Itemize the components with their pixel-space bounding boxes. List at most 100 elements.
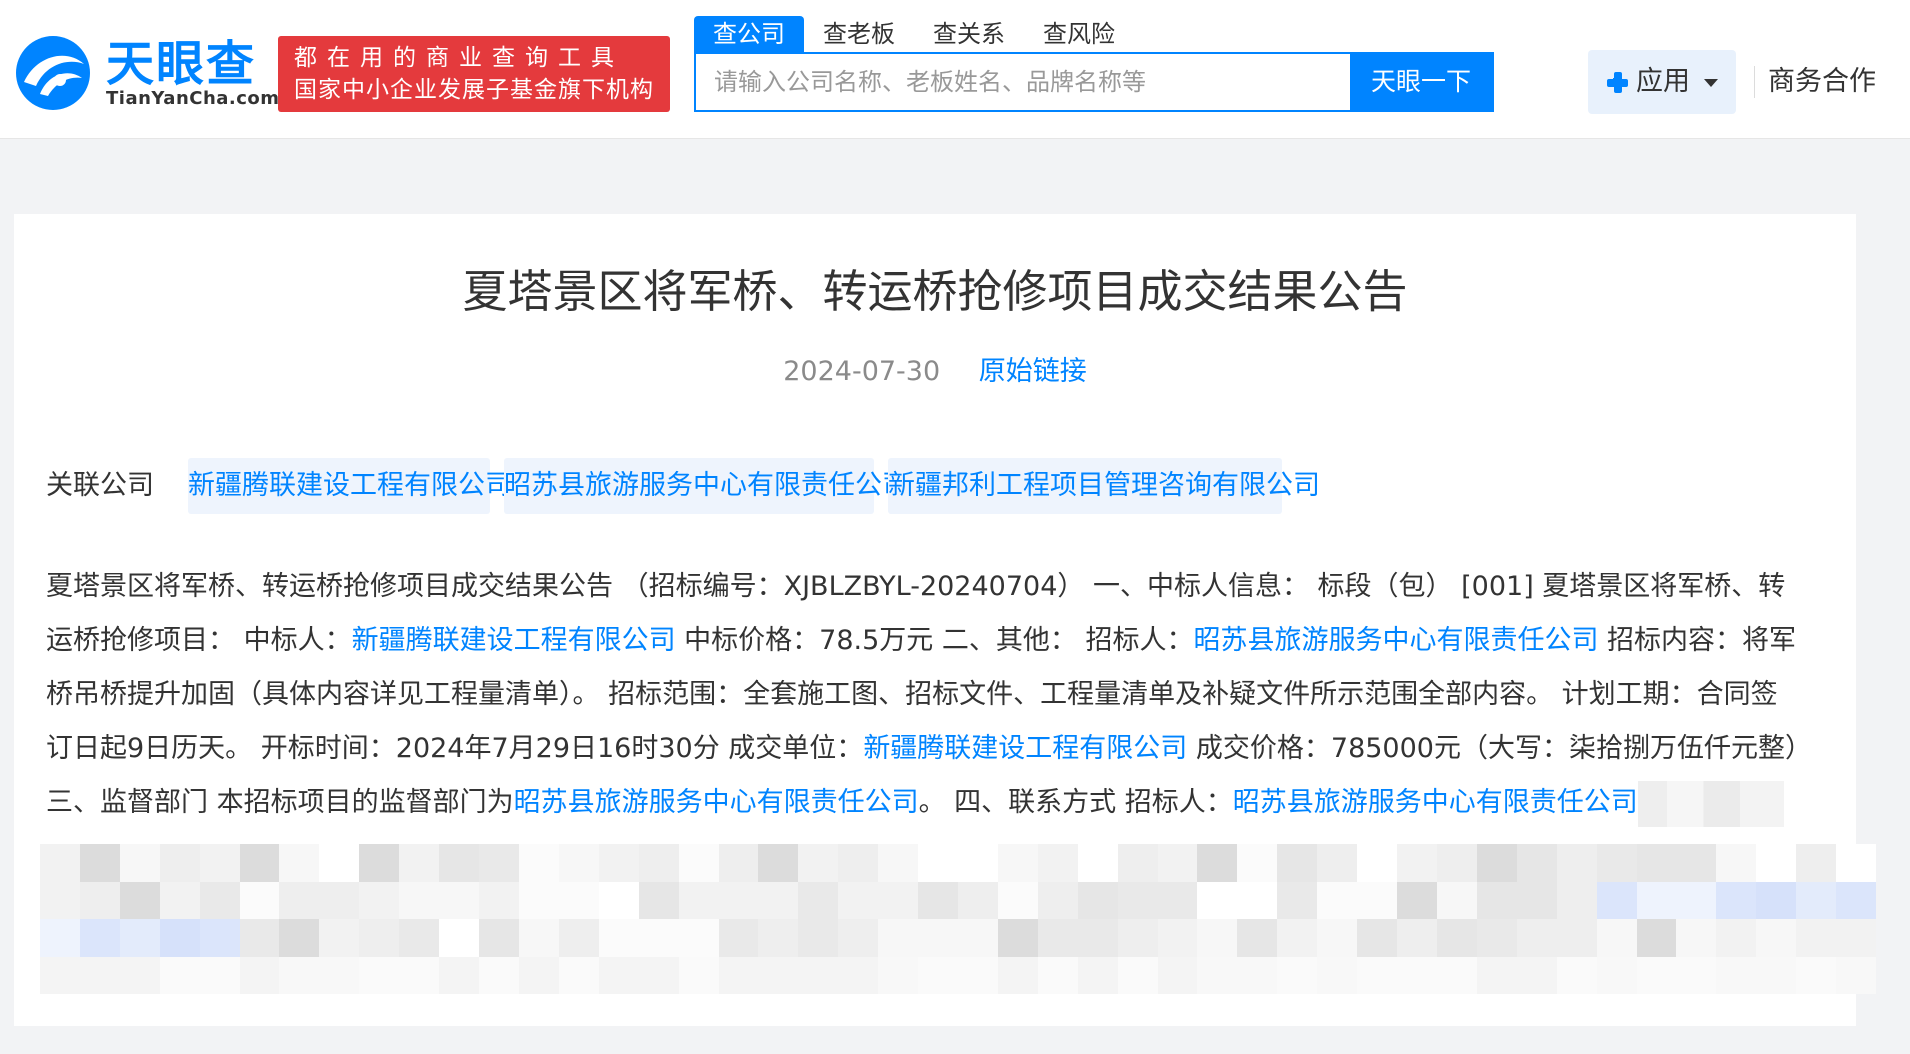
mosaic-cell bbox=[1117, 881, 1158, 919]
mosaic-cell bbox=[718, 956, 759, 994]
business-cooperation-link[interactable]: 商务合作 bbox=[1768, 50, 1876, 114]
mosaic-cell bbox=[1556, 881, 1597, 919]
mosaic-cell bbox=[1037, 881, 1078, 919]
mosaic-cell bbox=[1117, 919, 1158, 957]
company-link[interactable]: 新疆腾联建设工程有限公司 bbox=[863, 733, 1187, 764]
logo-text-en: TianYanCha.com bbox=[106, 88, 280, 109]
mosaic-cell bbox=[359, 881, 400, 919]
mosaic-cell bbox=[1077, 956, 1118, 994]
apps-button[interactable]: 应用 bbox=[1588, 50, 1736, 114]
mosaic-cell bbox=[558, 956, 599, 994]
mosaic-cell bbox=[1716, 881, 1757, 919]
mosaic-cell bbox=[878, 844, 919, 882]
tab-boss[interactable]: 查老板 bbox=[804, 16, 914, 52]
slogan-line-1: 都在用的商业查询工具 bbox=[294, 45, 624, 71]
related-company-chip[interactable]: 昭苏县旅游服务中心有限责任公司 bbox=[504, 458, 909, 514]
mosaic-cell bbox=[319, 881, 360, 919]
mosaic-cell bbox=[239, 844, 280, 882]
mosaic-cell bbox=[1037, 919, 1078, 957]
blurred-content bbox=[1637, 780, 1784, 827]
mosaic-cell bbox=[1516, 919, 1557, 957]
body-text: 成交价格：785000元（大写：柒拾捌万伍仟元整） bbox=[1187, 733, 1812, 764]
mosaic-cell bbox=[119, 844, 160, 882]
mosaic-cell bbox=[718, 881, 759, 919]
mosaic-cell bbox=[1596, 919, 1637, 957]
mosaic-cell bbox=[279, 919, 320, 957]
body-text: 夏塔景区将军桥、转运桥抢修项目成交结果公告 （招标编号：XJBLZBYL-202… bbox=[46, 571, 1786, 602]
mosaic-cell bbox=[439, 844, 480, 882]
related-company-chip[interactable]: 新疆邦利工程项目管理咨询有限公司 bbox=[888, 458, 1320, 514]
company-link[interactable]: 昭苏县旅游服务中心有限责任公司 bbox=[1233, 787, 1638, 818]
mosaic-cell bbox=[758, 881, 799, 919]
mosaic-cell bbox=[638, 881, 679, 919]
mosaic-cell bbox=[798, 956, 839, 994]
mosaic-cell bbox=[518, 844, 559, 882]
mosaic-cell bbox=[1436, 956, 1477, 994]
mosaic-cell bbox=[678, 844, 719, 882]
original-link[interactable]: 原始链接 bbox=[979, 356, 1087, 387]
mosaic-cell bbox=[119, 919, 160, 957]
mosaic-cell bbox=[239, 881, 280, 919]
tab-risk[interactable]: 查风险 bbox=[1024, 16, 1134, 52]
mosaic-cell bbox=[997, 844, 1038, 882]
mosaic-cell bbox=[1476, 956, 1517, 994]
mosaic-cell bbox=[958, 844, 998, 882]
mosaic-cell bbox=[678, 919, 719, 957]
mosaic-cell bbox=[1636, 919, 1677, 957]
mosaic-cell bbox=[1237, 881, 1278, 919]
tab-company[interactable]: 查公司 bbox=[694, 16, 804, 52]
mosaic-cell bbox=[1436, 881, 1477, 919]
mosaic-cell bbox=[1277, 881, 1318, 919]
mosaic-cell bbox=[1117, 844, 1158, 882]
related-company-chip[interactable]: 新疆腾联建设工程有限公司 bbox=[188, 458, 512, 514]
mosaic-cell bbox=[239, 919, 280, 957]
mosaic-cell bbox=[678, 956, 719, 994]
body-text: 运桥抢修项目： 中标人： bbox=[46, 625, 352, 656]
body-line: 订日起9日历天。 开标时间：2024年7月29日16时30分 成交单位：新疆腾联… bbox=[46, 722, 1872, 776]
mosaic-cell bbox=[1756, 844, 1797, 882]
mosaic-cell bbox=[399, 881, 440, 919]
mosaic-cell bbox=[1516, 956, 1557, 994]
mosaic-cell bbox=[40, 844, 80, 882]
search-button[interactable]: 天眼一下 bbox=[1350, 54, 1492, 110]
mosaic-cell bbox=[359, 919, 400, 957]
mosaic-cell bbox=[1676, 956, 1717, 994]
mosaic-cell bbox=[1596, 881, 1637, 919]
company-link[interactable]: 昭苏县旅游服务中心有限责任公司 bbox=[1193, 625, 1598, 656]
mosaic-cell bbox=[119, 881, 160, 919]
mosaic-cell bbox=[718, 919, 759, 957]
mosaic-cell bbox=[199, 844, 240, 882]
mosaic-cell bbox=[598, 881, 639, 919]
mosaic-cell bbox=[159, 919, 200, 957]
company-link[interactable]: 昭苏县旅游服务中心有限责任公司 bbox=[514, 787, 919, 818]
mosaic-cell bbox=[79, 956, 120, 994]
mosaic-cell bbox=[399, 919, 440, 957]
body-text: 三、监督部门 本招标项目的监督部门为 bbox=[46, 787, 514, 818]
mosaic-cell bbox=[758, 919, 799, 957]
company-link[interactable]: 新疆腾联建设工程有限公司 bbox=[352, 625, 676, 656]
mosaic-cell bbox=[1397, 956, 1437, 994]
mosaic-cell bbox=[79, 844, 120, 882]
mosaic-cell bbox=[279, 844, 320, 882]
mosaic-cell bbox=[1836, 956, 1876, 994]
slogan-line-2: 国家中小企业发展子基金旗下机构 bbox=[294, 77, 654, 103]
tianyancha-logo[interactable]: 天眼查 TianYanCha.com bbox=[14, 34, 279, 112]
mosaic-cell bbox=[1077, 919, 1118, 957]
mosaic-cell bbox=[1476, 881, 1517, 919]
search-input[interactable] bbox=[696, 54, 1350, 110]
mosaic-cell bbox=[758, 956, 799, 994]
mosaic-cell bbox=[199, 881, 240, 919]
article-meta: 2024-07-30 原始链接 bbox=[14, 352, 1856, 392]
mosaic-cell bbox=[1636, 844, 1677, 882]
mosaic-cell bbox=[718, 844, 759, 882]
mosaic-cell bbox=[638, 844, 679, 882]
tab-relation[interactable]: 查关系 bbox=[914, 16, 1024, 52]
mosaic-cell bbox=[399, 844, 440, 882]
body-text: 桥吊桥提升加固（具体内容详见工程量清单）。 招标范围：全套施工图、招标文件、工程… bbox=[46, 679, 1778, 710]
mosaic-cell bbox=[1796, 956, 1837, 994]
mosaic-cell bbox=[918, 919, 958, 957]
eye-logo-icon bbox=[16, 36, 90, 110]
mosaic-cell bbox=[558, 919, 599, 957]
mosaic-cell bbox=[1556, 956, 1597, 994]
mosaic-cell bbox=[958, 956, 998, 994]
